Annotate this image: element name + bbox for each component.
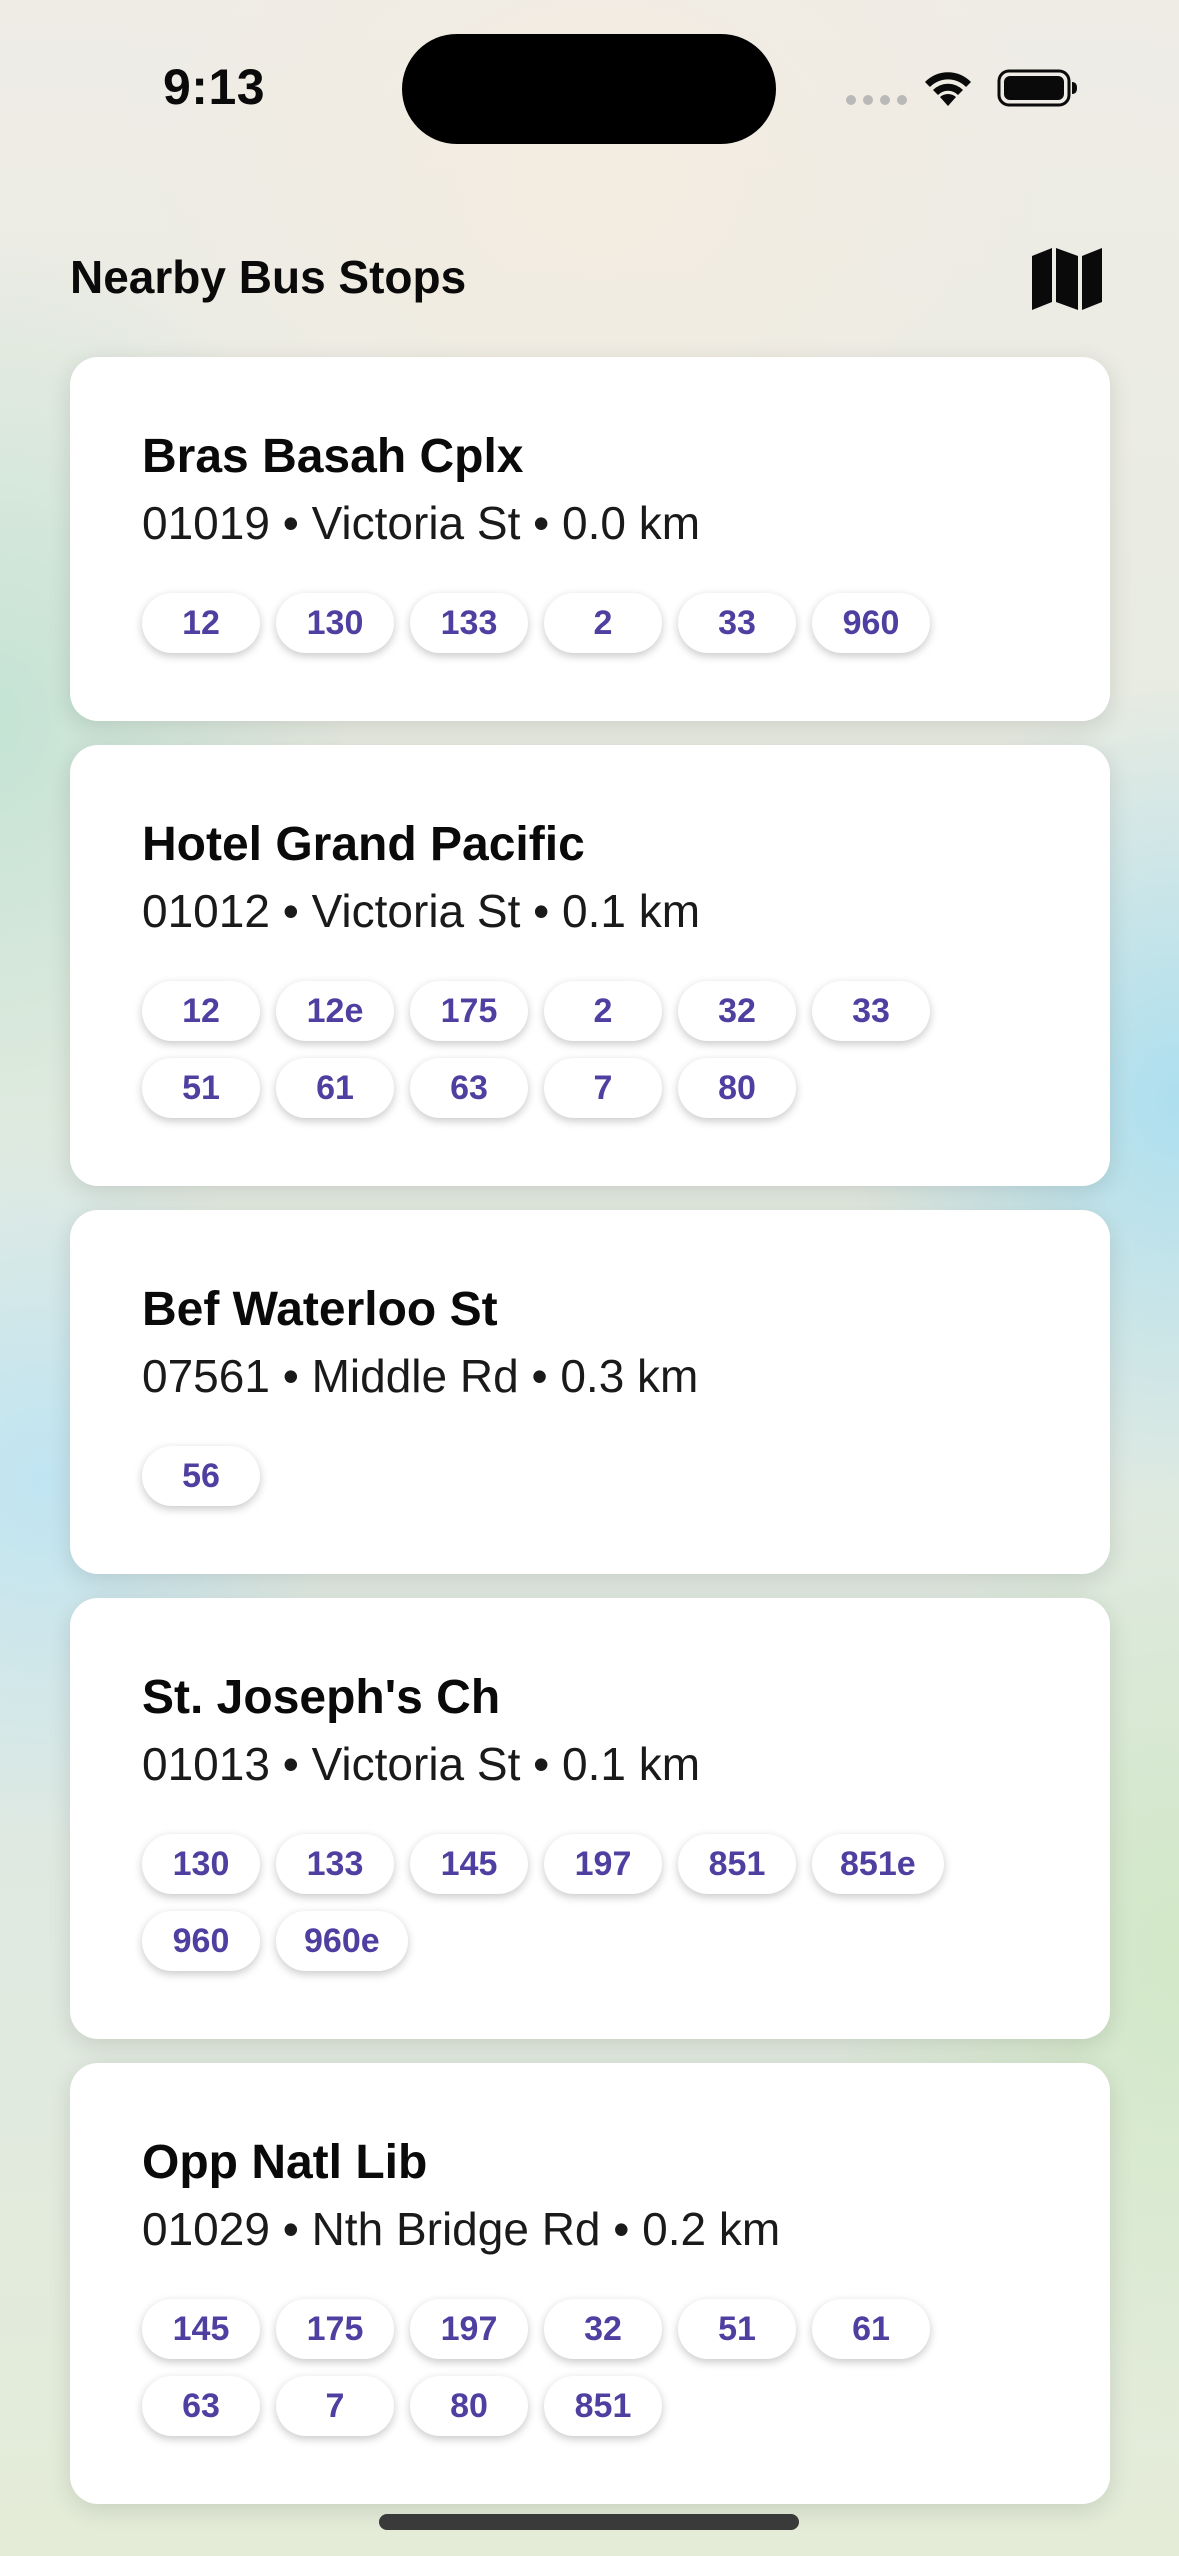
service-chips: 145 175 197 32 51 61 63 7 80 851 xyxy=(142,2299,1040,2436)
bus-service-chip[interactable]: 175 xyxy=(276,2299,394,2359)
map-icon[interactable] xyxy=(1030,246,1104,312)
bus-service-chip[interactable]: 7 xyxy=(276,2376,394,2436)
bus-service-chip[interactable]: 32 xyxy=(544,2299,662,2359)
bus-stop-card[interactable]: Hotel Grand Pacific 01012 • Victoria St … xyxy=(70,745,1110,1186)
bus-service-chip[interactable]: 51 xyxy=(142,1058,260,1118)
bus-service-chip[interactable]: 63 xyxy=(410,1058,528,1118)
bus-service-chip[interactable]: 12 xyxy=(142,593,260,653)
bus-service-chip[interactable]: 12e xyxy=(276,981,394,1041)
battery-icon xyxy=(997,69,1077,107)
bus-service-chip[interactable]: 851 xyxy=(544,2376,662,2436)
bus-service-chip[interactable]: 80 xyxy=(410,2376,528,2436)
service-chips: 12 130 133 2 33 960 xyxy=(142,593,1040,653)
status-time: 9:13 xyxy=(163,59,266,115)
stop-detail: 07561 • Middle Rd • 0.3 km xyxy=(142,1350,699,1402)
bus-service-chip[interactable]: 960e xyxy=(276,1911,408,1971)
bus-service-chip[interactable]: 130 xyxy=(276,593,394,653)
bus-stop-list: Bras Basah Cplx 01019 • Victoria St • 0.… xyxy=(70,357,1110,2528)
stop-detail: 01012 • Victoria St • 0.1 km xyxy=(142,885,701,937)
bus-stop-card[interactable]: Opp Natl Lib 01029 • Nth Bridge Rd • 0.2… xyxy=(70,2063,1110,2504)
bus-service-chip[interactable]: 32 xyxy=(678,981,796,1041)
bus-service-chip[interactable]: 33 xyxy=(812,981,930,1041)
bus-service-chip[interactable]: 851 xyxy=(678,1834,796,1894)
stop-detail: 01029 • Nth Bridge Rd • 0.2 km xyxy=(142,2203,781,2255)
bus-service-chip[interactable]: 175 xyxy=(410,981,528,1041)
stop-name: Bef Waterloo St xyxy=(142,1283,498,1336)
stop-name: Opp Natl Lib xyxy=(142,2136,428,2189)
bus-service-chip[interactable]: 197 xyxy=(544,1834,662,1894)
cellular-signal-icon xyxy=(846,95,907,105)
bus-service-chip[interactable]: 7 xyxy=(544,1058,662,1118)
bus-service-chip[interactable]: 61 xyxy=(276,1058,394,1118)
bus-service-chip[interactable]: 145 xyxy=(410,1834,528,1894)
stop-name: Hotel Grand Pacific xyxy=(142,818,585,871)
dynamic-island xyxy=(402,34,776,144)
bus-service-chip[interactable]: 960 xyxy=(812,593,930,653)
bus-service-chip[interactable]: 851e xyxy=(812,1834,944,1894)
service-chips: 56 xyxy=(142,1446,1040,1506)
bus-service-chip[interactable]: 51 xyxy=(678,2299,796,2359)
bus-service-chip[interactable]: 133 xyxy=(276,1834,394,1894)
bus-service-chip[interactable]: 130 xyxy=(142,1834,260,1894)
home-indicator[interactable] xyxy=(379,2514,799,2530)
stop-name: St. Joseph's Ch xyxy=(142,1671,501,1724)
service-chips: 130 133 145 197 851 851e 960 960e xyxy=(142,1834,1040,1971)
bus-service-chip[interactable]: 960 xyxy=(142,1911,260,1971)
bus-service-chip[interactable]: 80 xyxy=(678,1058,796,1118)
bus-service-chip[interactable]: 2 xyxy=(544,593,662,653)
bus-service-chip[interactable]: 197 xyxy=(410,2299,528,2359)
stop-detail: 01019 • Victoria St • 0.0 km xyxy=(142,497,701,549)
bus-service-chip[interactable]: 56 xyxy=(142,1446,260,1506)
bus-service-chip[interactable]: 61 xyxy=(812,2299,930,2359)
bus-service-chip[interactable]: 12 xyxy=(142,981,260,1041)
stop-detail: 01013 • Victoria St • 0.1 km xyxy=(142,1738,701,1790)
bus-service-chip[interactable]: 63 xyxy=(142,2376,260,2436)
bus-service-chip[interactable]: 145 xyxy=(142,2299,260,2359)
wifi-icon xyxy=(925,72,971,106)
stop-name: Bras Basah Cplx xyxy=(142,430,524,483)
bus-service-chip[interactable]: 2 xyxy=(544,981,662,1041)
bus-stop-card[interactable]: St. Joseph's Ch 01013 • Victoria St • 0.… xyxy=(70,1598,1110,2039)
bus-service-chip[interactable]: 33 xyxy=(678,593,796,653)
page-title: Nearby Bus Stops xyxy=(70,251,467,303)
bus-stop-card[interactable]: Bras Basah Cplx 01019 • Victoria St • 0.… xyxy=(70,357,1110,721)
service-chips: 12 12e 175 2 32 33 51 61 63 7 80 xyxy=(142,981,1040,1118)
bus-stop-card[interactable]: Bef Waterloo St 07561 • Middle Rd • 0.3 … xyxy=(70,1210,1110,1574)
bus-service-chip[interactable]: 133 xyxy=(410,593,528,653)
